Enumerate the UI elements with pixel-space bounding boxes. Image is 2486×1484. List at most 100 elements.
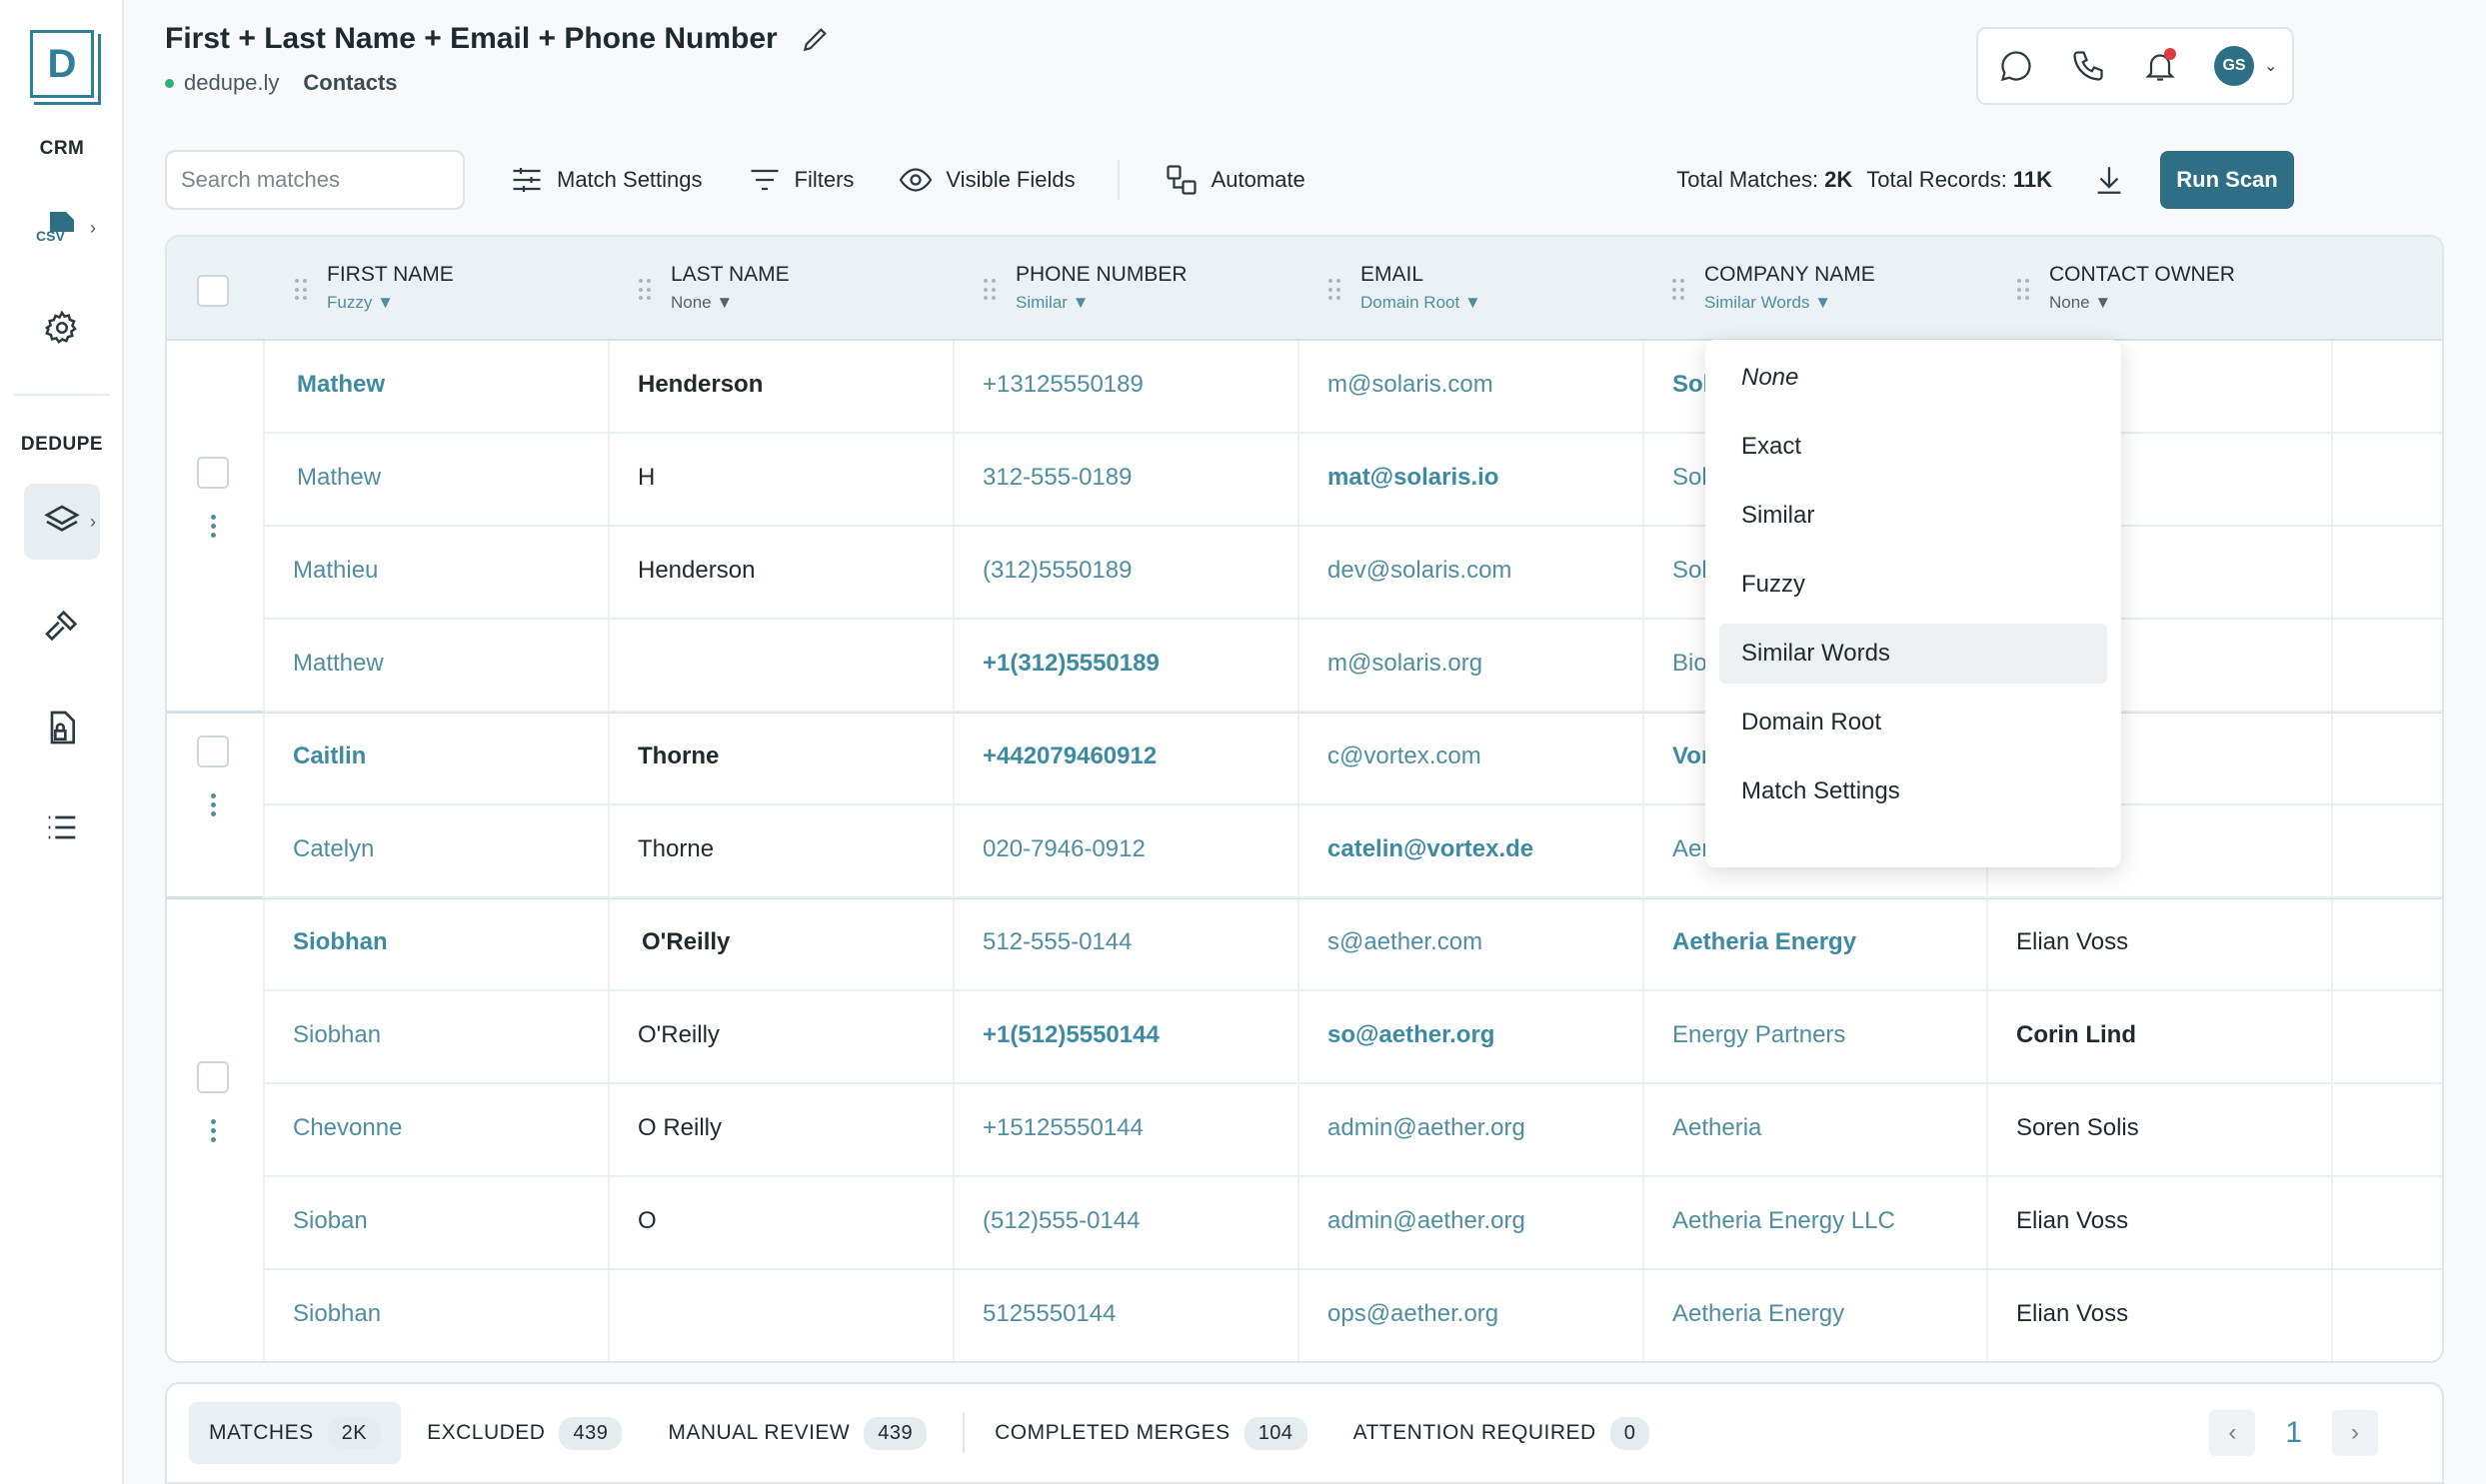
cell-phone[interactable]: (512)555-0144	[983, 1207, 1140, 1235]
cell-company[interactable]: Sol	[1672, 557, 1707, 585]
table-row[interactable]: Siobhan 5125550144 ops@aether.org Aetheria …	[263, 1270, 2442, 1361]
dropdown-option[interactable]: Domain Root	[1719, 693, 2107, 752]
table-row[interactable]: Chevonne O Reilly +15125550144 admin@aether…	[263, 1084, 2442, 1177]
more-vertical-icon[interactable]	[211, 793, 217, 816]
cell-company[interactable]: Aetheria Energy LLC	[1672, 1207, 1895, 1235]
column-drag-handle[interactable]	[2017, 279, 2029, 301]
column-header[interactable]: CONTACT OWNER None ▼	[2049, 263, 2235, 313]
status-tab[interactable]: EXCLUDED 439	[407, 1402, 642, 1464]
more-vertical-icon[interactable]	[211, 1118, 217, 1142]
cell-first[interactable]: Sioban	[293, 1207, 368, 1235]
download-icon[interactable]	[2092, 163, 2126, 197]
column-match-mode[interactable]: None ▼	[2049, 293, 2235, 313]
filters-button[interactable]: Filters	[747, 162, 854, 198]
cell-company[interactable]: Bio	[1672, 650, 1707, 678]
select-all-checkbox[interactable]	[197, 275, 229, 307]
cell-email[interactable]: m@solaris.org	[1327, 650, 1482, 678]
phone-button[interactable]	[2070, 48, 2106, 84]
column-match-mode[interactable]: Similar Words ▼	[1704, 293, 1875, 313]
column-drag-handle[interactable]	[1672, 279, 1684, 301]
user-menu[interactable]: GS ⌄	[2214, 46, 2277, 86]
cell-phone[interactable]: 020-7946-0912	[983, 835, 1146, 863]
prev-page-button[interactable]: ‹	[2209, 1410, 2256, 1456]
cell-phone[interactable]: 5125550144	[983, 1300, 1116, 1328]
cell-email[interactable]: m@solaris.com	[1327, 371, 1493, 399]
dropdown-option[interactable]: Fuzzy	[1719, 555, 2107, 615]
cell-email[interactable]: ops@aether.org	[1327, 1300, 1498, 1328]
cell-company[interactable]: Sol	[1672, 464, 1707, 492]
dropdown-option[interactable]: None	[1719, 348, 2107, 408]
column-header[interactable]: EMAIL Domain Root ▼	[1360, 263, 1481, 313]
sidebar-item-dedupe[interactable]: ›	[24, 484, 100, 560]
status-tab[interactable]: MATCHES 2K	[189, 1402, 402, 1464]
table-row[interactable]: Siobhan O'Reilly 512-555-0144 s@aether.com A…	[263, 898, 2442, 991]
column-header[interactable]: PHONE NUMBER Similar ▼	[1016, 263, 1188, 313]
cell-email[interactable]: s@aether.com	[1327, 928, 1482, 956]
cell-company[interactable]: Aetheria	[1672, 1114, 1761, 1142]
cell-email[interactable]: admin@aether.org	[1327, 1207, 1525, 1235]
dropdown-option[interactable]: Similar Words	[1719, 624, 2107, 684]
cell-email[interactable]: mat@solaris.io	[1327, 464, 1498, 492]
cell-first[interactable]: Mathew	[297, 371, 385, 399]
group-checkbox[interactable]	[197, 457, 229, 489]
column-match-mode[interactable]: Similar ▼	[1016, 293, 1188, 313]
status-tab[interactable]: COMPLETED MERGES 104	[975, 1402, 1326, 1464]
search-input[interactable]	[181, 167, 469, 193]
cell-phone[interactable]: 312-555-0189	[983, 464, 1132, 492]
cell-company[interactable]: Aer	[1672, 835, 1709, 863]
group-checkbox[interactable]	[197, 1060, 229, 1093]
cell-phone[interactable]: 512-555-0144	[983, 928, 1132, 956]
cell-phone[interactable]: +1(312)5550189	[983, 650, 1160, 678]
status-tab[interactable]: ATTENTION REQUIRED 0	[1333, 1402, 1670, 1464]
cell-phone[interactable]: (312)5550189	[983, 557, 1132, 585]
app-logo[interactable]: D	[30, 30, 101, 105]
cell-company[interactable]: Sol	[1672, 371, 1709, 399]
more-vertical-icon[interactable]	[211, 515, 217, 538]
notifications-button[interactable]	[2142, 48, 2178, 84]
cell-phone[interactable]: +15125550144	[983, 1114, 1144, 1142]
current-page[interactable]: 1	[2285, 1416, 2302, 1450]
group-checkbox[interactable]	[197, 736, 229, 767]
next-page-button[interactable]: ›	[2332, 1410, 2378, 1456]
pencil-icon[interactable]	[800, 23, 832, 55]
table-row[interactable]: Siobhan O'Reilly +1(512)5550144 so@aether.o…	[263, 991, 2442, 1084]
sidebar-item-file-lock[interactable]	[24, 690, 100, 765]
dropdown-option[interactable]: Exact	[1719, 417, 2107, 477]
column-header[interactable]: FIRST NAME Fuzzy ▼	[327, 263, 454, 313]
cell-first[interactable]: Matthew	[293, 650, 384, 678]
cell-first[interactable]: Siobhan	[293, 928, 388, 956]
column-match-mode[interactable]: None ▼	[671, 293, 790, 313]
cell-email[interactable]: catelin@vortex.de	[1327, 835, 1533, 863]
sidebar-item-list[interactable]	[24, 789, 100, 865]
column-match-mode[interactable]: Fuzzy ▼	[327, 293, 454, 313]
cell-email[interactable]: c@vortex.com	[1327, 742, 1481, 770]
cell-email[interactable]: admin@aether.org	[1327, 1114, 1525, 1142]
column-match-mode[interactable]: Domain Root ▼	[1360, 293, 1481, 313]
breadcrumb-workspace[interactable]: dedupe.ly	[184, 70, 279, 96]
column-drag-handle[interactable]	[295, 279, 307, 301]
column-header[interactable]: COMPANY NAME Similar Words ▼	[1704, 263, 1875, 313]
automate-button[interactable]: Automate	[1164, 162, 1305, 198]
cell-phone[interactable]: +1(512)5550144	[983, 1021, 1160, 1049]
cell-phone[interactable]: +442079460912	[983, 742, 1157, 770]
cell-first[interactable]: Catelyn	[293, 835, 374, 863]
table-row[interactable]: Sioban O (512)555-0144 admin@aether.org Aeth…	[263, 1177, 2442, 1270]
cell-first[interactable]: Mathew	[297, 464, 381, 492]
column-drag-handle[interactable]	[639, 279, 651, 301]
match-settings-button[interactable]: Match Settings	[509, 162, 703, 198]
cell-first[interactable]: Mathieu	[293, 557, 378, 585]
sidebar-item-settings[interactable]	[24, 290, 100, 366]
cell-email[interactable]: so@aether.org	[1327, 1021, 1494, 1049]
cell-phone[interactable]: +13125550189	[983, 371, 1144, 399]
column-drag-handle[interactable]	[1328, 279, 1340, 301]
run-scan-button[interactable]: Run Scan	[2160, 151, 2294, 209]
sidebar-item-csv[interactable]: CSV ›	[24, 190, 100, 266]
column-drag-handle[interactable]	[984, 279, 996, 301]
cell-company[interactable]: Aetheria Energy	[1672, 1300, 1844, 1328]
cell-email[interactable]: dev@solaris.com	[1327, 557, 1511, 585]
cell-first[interactable]: Caitlin	[293, 742, 366, 770]
cell-company[interactable]: Energy Partners	[1672, 1021, 1845, 1049]
dropdown-option[interactable]: Similar	[1719, 486, 2107, 546]
visible-fields-button[interactable]: Visible Fields	[898, 162, 1076, 198]
status-tab[interactable]: MANUAL REVIEW 439	[648, 1402, 947, 1464]
